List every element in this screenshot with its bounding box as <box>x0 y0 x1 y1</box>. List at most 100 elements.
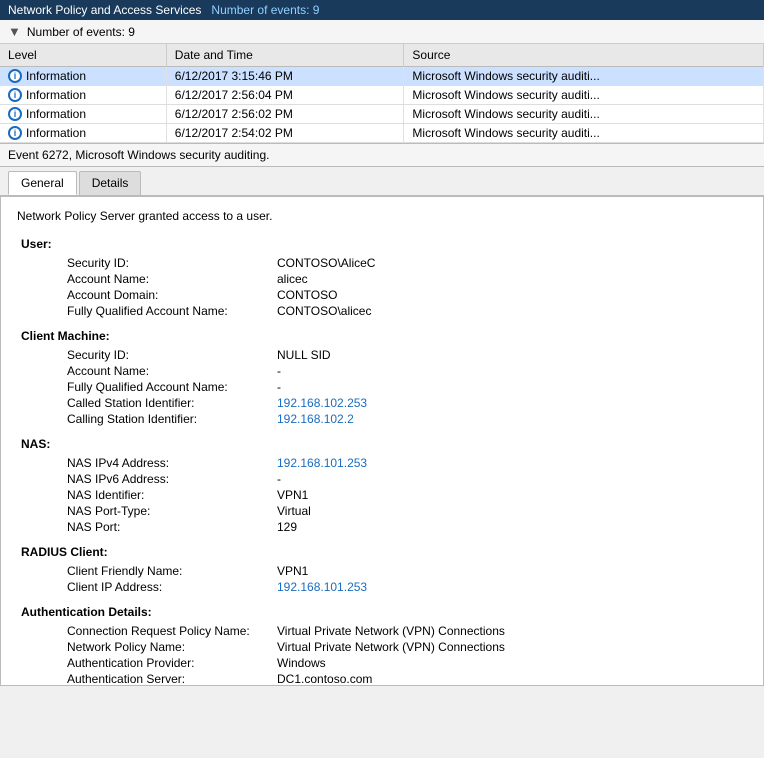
tab-details[interactable]: Details <box>79 171 142 195</box>
detail-value: Virtual Private Network (VPN) Connection… <box>277 640 505 654</box>
event-count-title: Number of events: 9 <box>211 3 319 17</box>
detail-value: - <box>277 380 281 394</box>
detail-label: NAS IPv4 Address: <box>67 456 277 470</box>
detail-label: Authentication Server: <box>67 672 277 686</box>
detail-value: VPN1 <box>277 488 308 502</box>
detail-row: NAS Port-Type:Virtual <box>17 503 747 519</box>
detail-row: Fully Qualified Account Name:CONTOSO\ali… <box>17 303 747 319</box>
section-title: Authentication Details: <box>21 605 747 619</box>
detail-label: Fully Qualified Account Name: <box>67 304 277 318</box>
detail-label: Account Name: <box>67 272 277 286</box>
detail-value: 192.168.102.2 <box>277 412 354 426</box>
detail-value: NULL SID <box>277 348 331 362</box>
detail-label: Account Name: <box>67 364 277 378</box>
detail-row: Account Domain:CONTOSO <box>17 287 747 303</box>
filter-icon: ▼ <box>8 24 21 39</box>
detail-label: Security ID: <box>67 256 277 270</box>
level-text: Information <box>26 69 86 83</box>
detail-label: Called Station Identifier: <box>67 396 277 410</box>
detail-row: NAS Identifier:VPN1 <box>17 487 747 503</box>
cell-datetime: 6/12/2017 2:56:02 PM <box>166 105 404 124</box>
app-title: Network Policy and Access Services <box>8 3 201 17</box>
cell-source: Microsoft Windows security auditi... <box>404 86 764 105</box>
cell-source: Microsoft Windows security auditi... <box>404 105 764 124</box>
info-icon: i <box>8 126 22 140</box>
info-icon: i <box>8 69 22 83</box>
table-row[interactable]: i Information 6/12/2017 2:56:02 PMMicrosof… <box>0 105 764 124</box>
section-title: NAS: <box>21 437 747 451</box>
cell-datetime: 6/12/2017 3:15:46 PM <box>166 67 404 86</box>
cell-level: i Information <box>0 124 166 143</box>
detail-row: Fully Qualified Account Name:- <box>17 379 747 395</box>
cell-level: i Information <box>0 105 166 124</box>
level-text: Information <box>26 126 86 140</box>
detail-label: Fully Qualified Account Name: <box>67 380 277 394</box>
info-icon: i <box>8 88 22 102</box>
detail-row: NAS IPv6 Address:- <box>17 471 747 487</box>
cell-source: Microsoft Windows security auditi... <box>404 124 764 143</box>
detail-value: CONTOSO <box>277 288 337 302</box>
detail-value: Virtual Private Network (VPN) Connection… <box>277 624 505 638</box>
cell-datetime: 6/12/2017 2:54:02 PM <box>166 124 404 143</box>
cell-datetime: 6/12/2017 2:56:04 PM <box>166 86 404 105</box>
filter-label: Number of events: 9 <box>27 25 135 39</box>
detail-row: Client Friendly Name:VPN1 <box>17 563 747 579</box>
detail-row: NAS Port:129 <box>17 519 747 535</box>
info-icon: i <box>8 107 22 121</box>
table-row[interactable]: iInformation6/12/2017 2:56:04 PMMicrosof… <box>0 86 764 105</box>
detail-value: Virtual <box>277 504 311 518</box>
detail-label: Authentication Provider: <box>67 656 277 670</box>
cell-level: iInformation <box>0 86 166 105</box>
detail-summary: Network Policy Server granted access to … <box>17 209 747 223</box>
detail-label: NAS Identifier: <box>67 488 277 502</box>
detail-label: NAS Port: <box>67 520 277 534</box>
section-title: Client Machine: <box>21 329 747 343</box>
detail-label: Calling Station Identifier: <box>67 412 277 426</box>
table-header-row: Level Date and Time Source <box>0 44 764 67</box>
tabs-container: GeneralDetails <box>0 167 764 196</box>
detail-value: CONTOSO\AliceC <box>277 256 375 270</box>
detail-row: NAS IPv4 Address:192.168.101.253 <box>17 455 747 471</box>
detail-value: DC1.contoso.com <box>277 672 372 686</box>
tab-general[interactable]: General <box>8 171 77 195</box>
detail-section: Authentication Details:Connection Reques… <box>17 605 747 686</box>
section-title: User: <box>21 237 747 251</box>
event-description-bar: Event 6272, Microsoft Windows security a… <box>0 143 764 167</box>
detail-row: Security ID:CONTOSO\AliceC <box>17 255 747 271</box>
table-row[interactable]: iInformation6/12/2017 3:15:46 PMMicrosof… <box>0 67 764 86</box>
detail-row: Security ID:NULL SID <box>17 347 747 363</box>
cell-level: i Information <box>0 67 166 86</box>
table-row[interactable]: i Information 6/12/2017 2:54:02 PMMicrosof… <box>0 124 764 143</box>
detail-section: NAS:NAS IPv4 Address:192.168.101.253NAS … <box>17 437 747 535</box>
detail-row: Network Policy Name:Virtual Private Netw… <box>17 639 747 655</box>
detail-row: Called Station Identifier:192.168.102.25… <box>17 395 747 411</box>
detail-label: NAS IPv6 Address: <box>67 472 277 486</box>
detail-value: VPN1 <box>277 564 308 578</box>
detail-value: - <box>277 472 281 486</box>
detail-label: Client Friendly Name: <box>67 564 277 578</box>
detail-panel: Network Policy Server granted access to … <box>0 196 764 686</box>
detail-value: alicec <box>277 272 308 286</box>
detail-label: Account Domain: <box>67 288 277 302</box>
level-text: Information <box>26 107 86 121</box>
detail-row: Account Name:alicec <box>17 271 747 287</box>
detail-label: Security ID: <box>67 348 277 362</box>
detail-row: Client IP Address:192.168.101.253 <box>17 579 747 595</box>
events-table: Level Date and Time Source iInformation6… <box>0 44 764 143</box>
detail-value: Windows <box>277 656 326 670</box>
detail-value: 192.168.102.253 <box>277 396 367 410</box>
detail-section: RADIUS Client: Client Friendly Name:VPN1C… <box>17 545 747 595</box>
detail-label: Client IP Address: <box>67 580 277 594</box>
event-description: Event 6272, Microsoft Windows security a… <box>8 148 269 162</box>
filter-bar: ▼ Number of events: 9 <box>0 20 764 44</box>
detail-section: Client Machine: Security ID:NULL SIDAccou… <box>17 329 747 427</box>
detail-row: Authentication Provider:Windows <box>17 655 747 671</box>
title-bar: Network Policy and Access Services Numbe… <box>0 0 764 20</box>
detail-value: 129 <box>277 520 297 534</box>
detail-section: User: Security ID:CONTOSO\AliceCAccount N… <box>17 237 747 319</box>
detail-label: Network Policy Name: <box>67 640 277 654</box>
detail-value: - <box>277 364 281 378</box>
section-title: RADIUS Client: <box>21 545 747 559</box>
col-source: Source <box>404 44 764 67</box>
detail-row: Account Name:- <box>17 363 747 379</box>
